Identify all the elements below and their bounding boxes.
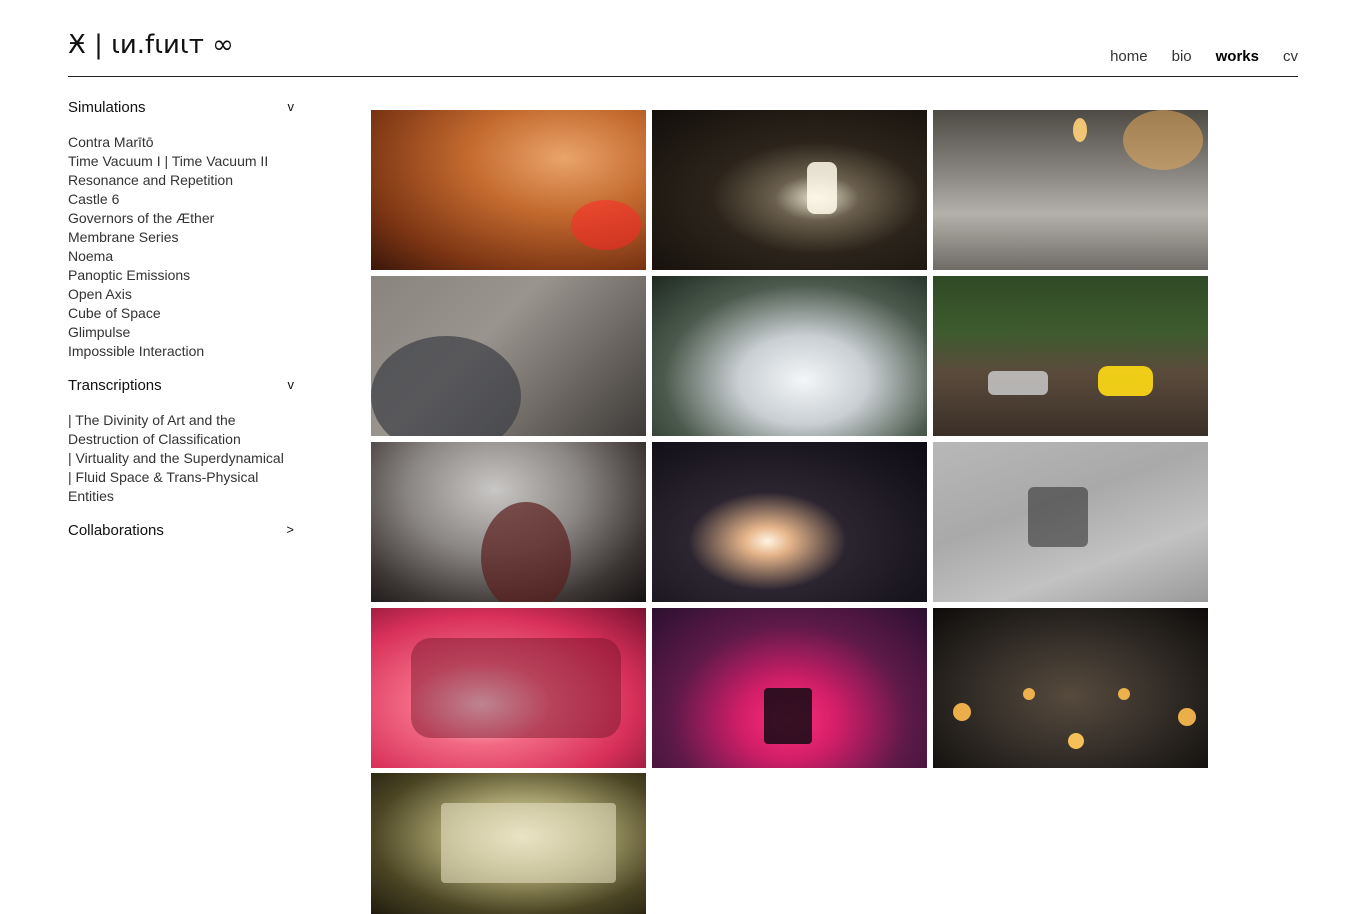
thumbnail-detail [441,803,616,883]
chevron-down-icon[interactable]: v [288,374,295,396]
work-link-open-axis[interactable]: Open Axis [68,285,298,304]
thumbnail-detail [953,703,971,721]
thumbnail-detail [1098,366,1153,396]
thumbnail-detail [1123,110,1203,170]
work-link-cube-of-space[interactable]: Cube of Space [68,304,298,323]
work-thumbnail[interactable] [371,276,646,436]
works-gallery [371,110,1208,914]
work-thumbnail[interactable] [652,276,927,436]
work-link-impossible-interaction[interactable]: Impossible Interaction [68,342,298,361]
site-logo[interactable]: Ӿ | ɩи.fɩиɩт ∞ [68,28,234,62]
work-thumbnail[interactable] [371,608,646,768]
work-thumbnail[interactable] [371,442,646,602]
thumbnail-detail [481,502,571,602]
chevron-down-icon[interactable]: v [288,96,295,118]
work-link-resonance-and-repetition[interactable]: Resonance and Repetition [68,171,298,190]
transcriptions-list: | The Divinity of Art and the Destructio… [68,411,298,506]
transcription-link-divinity-of-art[interactable]: | The Divinity of Art and the Destructio… [68,411,298,449]
work-thumbnail[interactable] [933,608,1208,768]
thumbnail-detail [1028,487,1088,547]
thumbnail-detail [371,336,521,436]
work-thumbnail[interactable] [933,442,1208,602]
work-link-contra-marito[interactable]: Contra Marītō [68,133,298,152]
nav-bio[interactable]: bio [1172,46,1192,68]
work-thumbnail[interactable] [652,110,927,270]
section-title: Collaborations [68,522,164,539]
work-link-castle-6[interactable]: Castle 6 [68,190,298,209]
work-thumbnail[interactable] [652,442,927,602]
section-transcriptions-toggle[interactable]: Transcriptions v [68,374,298,398]
work-link-membrane-series[interactable]: Membrane Series [68,228,298,247]
works-sidebar: Simulations v Contra Marītō Time Vacuum … [68,96,298,543]
work-link-panoptic-emissions[interactable]: Panoptic Emissions [68,266,298,285]
thumbnail-detail [807,162,837,214]
simulations-list: Contra Marītō Time Vacuum I | Time Vacuu… [68,133,298,361]
work-thumbnail[interactable] [933,276,1208,436]
thumbnail-detail [1073,118,1087,142]
transcription-link-virtuality[interactable]: | Virtuality and the Superdynamical [68,449,298,468]
work-link-governors-of-the-aether[interactable]: Governors of the Æther [68,209,298,228]
section-title: Simulations [68,99,146,116]
site-header: Ӿ | ɩи.fɩиɩт ∞ home bio works cv [68,0,1298,77]
section-title: Transcriptions [68,377,162,394]
thumbnail-detail [411,638,621,738]
section-simulations-toggle[interactable]: Simulations v [68,96,298,120]
thumbnail-detail [1118,688,1130,700]
chevron-right-icon[interactable]: > [286,519,294,541]
work-thumbnail[interactable] [933,110,1208,270]
section-collaborations-toggle[interactable]: Collaborations > [68,519,298,543]
thumbnail-detail [571,200,641,250]
nav-cv[interactable]: cv [1283,46,1298,68]
work-link-noema[interactable]: Noema [68,247,298,266]
thumbnail-detail [1068,733,1084,749]
work-thumbnail[interactable] [652,608,927,768]
work-link-time-vacuum[interactable]: Time Vacuum I | Time Vacuum II [68,152,298,171]
transcription-link-fluid-space[interactable]: | Fluid Space & Trans-Physical Entities [68,468,298,506]
nav-works[interactable]: works [1216,46,1259,68]
nav-home[interactable]: home [1110,46,1148,68]
work-thumbnail[interactable] [371,110,646,270]
thumbnail-detail [988,371,1048,395]
thumbnail-detail [1178,708,1196,726]
main-nav: home bio works cv [1086,46,1298,68]
work-link-glimpulse[interactable]: Glimpulse [68,323,298,342]
thumbnail-detail [1023,688,1035,700]
work-thumbnail[interactable] [371,773,646,914]
thumbnail-detail [764,688,812,744]
